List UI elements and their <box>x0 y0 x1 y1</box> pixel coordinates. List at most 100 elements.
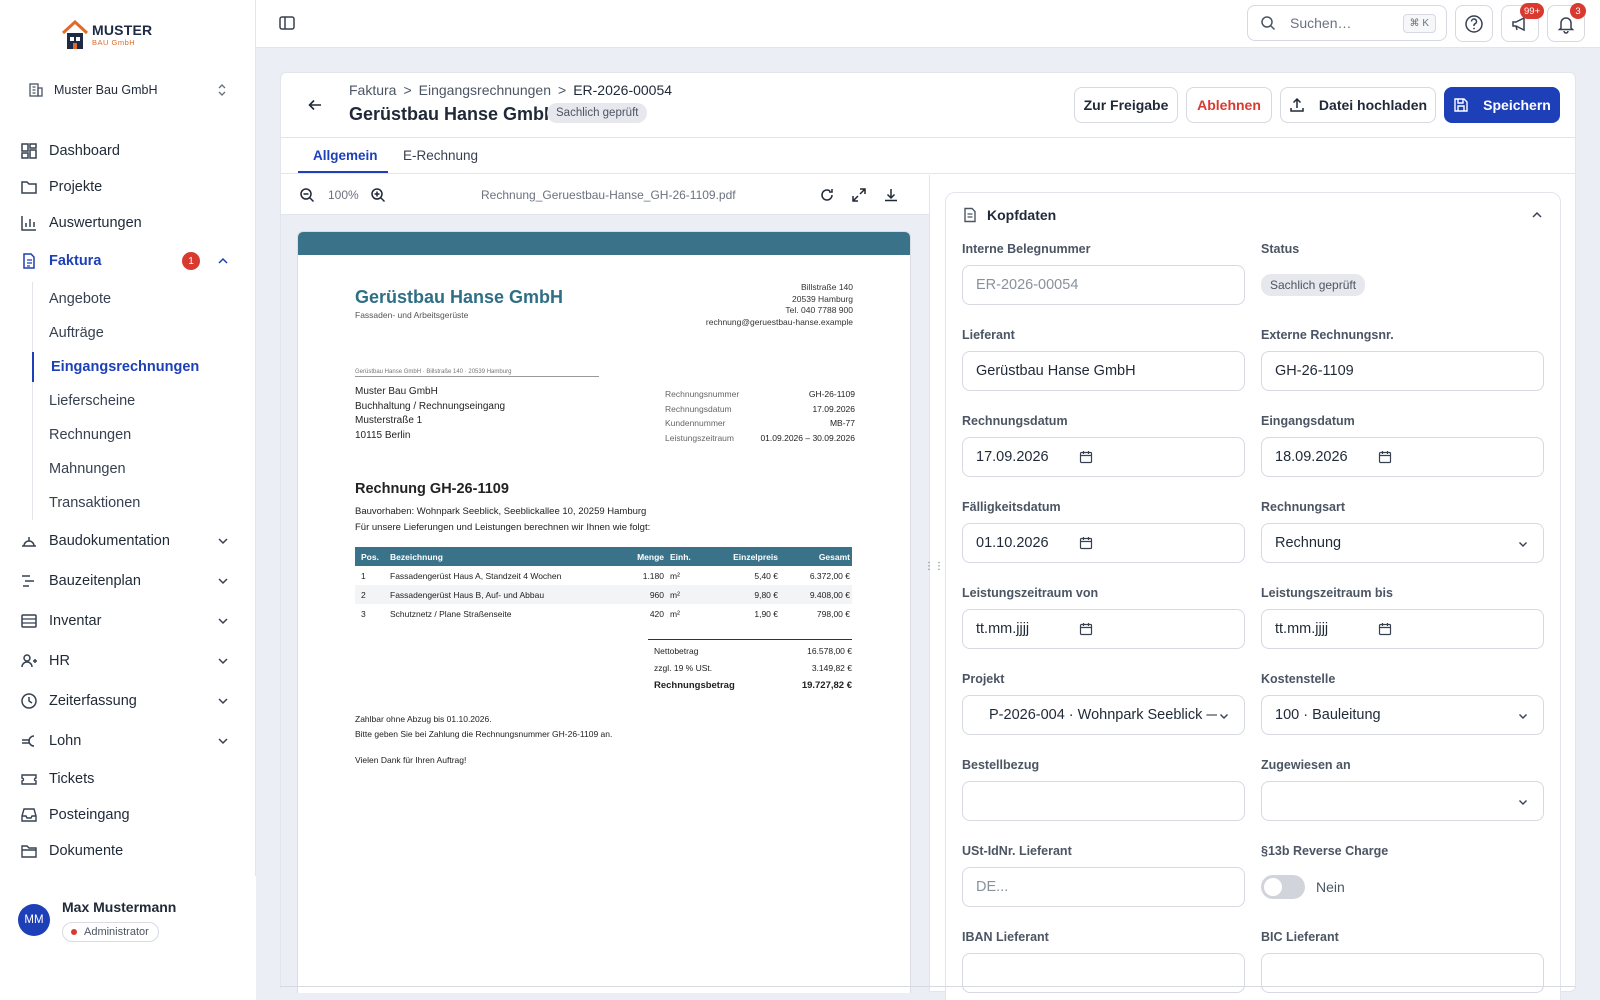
upload-button[interactable]: Datei hochladen <box>1280 87 1436 123</box>
user-role-badge: Administrator <box>62 922 159 942</box>
sidebar-item-bauzeitenplan[interactable]: Bauzeitenplan <box>16 565 240 597</box>
help-icon <box>1465 14 1483 33</box>
upload-label: Datei hochladen <box>1318 97 1428 113</box>
back-arrow-icon[interactable] <box>307 97 323 113</box>
rotate-icon[interactable] <box>819 187 835 203</box>
folder-icon <box>21 181 37 194</box>
label-invoice-date: Rechnungsdatum <box>962 414 1068 428</box>
invoice-date-field[interactable]: 17.09.2026 <box>962 437 1245 477</box>
invoice-intro: Für unsere Lieferungen und Leistungen be… <box>355 522 651 533</box>
sidebar-item-label: Dashboard <box>49 143 120 159</box>
inbox-icon <box>21 808 37 822</box>
supplier-field[interactable]: Gerüstbau Hanse GmbH <box>962 351 1245 391</box>
calendar-icon[interactable] <box>1079 622 1093 636</box>
splitter-grip-icon[interactable]: ⋮⋮ <box>924 561 944 572</box>
help-button[interactable] <box>1455 5 1493 42</box>
reverse-charge-toggle[interactable] <box>1261 875 1305 899</box>
ticket-icon <box>21 774 37 785</box>
zoom-in-icon[interactable] <box>370 187 386 203</box>
company-name: Muster Bau GmbH <box>54 83 158 97</box>
search-placeholder: Suchen… <box>1290 15 1352 31</box>
announcements-button[interactable]: 99+ <box>1501 3 1545 42</box>
iban-field[interactable] <box>962 953 1245 993</box>
search-input[interactable]: Suchen… ⌘ K <box>1247 5 1447 41</box>
sidebar-subitem-eingangsrechnungen[interactable]: Eingangsrechnungen <box>32 352 238 382</box>
label-iban: IBAN Lieferant <box>962 930 1049 944</box>
chevron-down-icon <box>218 578 228 585</box>
zoom-level: 100% <box>328 188 359 202</box>
avatar: MM <box>18 904 50 936</box>
approve-button[interactable]: Zur Freigabe <box>1074 87 1178 123</box>
chart-icon <box>21 216 36 231</box>
invoice-table-header: Pos. Bezeichnung Menge Einh. Einzelpreis… <box>355 547 852 566</box>
panel-header[interactable]: Kopfdaten <box>962 207 1056 223</box>
sidebar-subitem-auftraege[interactable]: Aufträge <box>32 318 238 348</box>
download-icon[interactable] <box>883 187 899 203</box>
dashboard-icon <box>21 143 37 159</box>
calendar-icon[interactable] <box>1079 450 1093 464</box>
sidebar-item-zeiterfassung[interactable]: Zeiterfassung <box>16 685 240 717</box>
period-to-field[interactable]: tt.mm.jjjj <box>1261 609 1544 649</box>
save-button[interactable]: Speichern <box>1444 87 1560 123</box>
sidebar-item-lohn[interactable]: Lohn <box>16 725 240 757</box>
breadcrumb-item[interactable]: Faktura <box>349 82 396 98</box>
calendar-icon[interactable] <box>1378 622 1392 636</box>
chevron-up-icon <box>218 257 228 264</box>
sidebar-item-dashboard[interactable]: Dashboard <box>16 135 240 167</box>
invoice-footer-1: Zahlbar ohne Abzug bis 01.10.2026. <box>355 714 492 724</box>
invoice-table: Pos. Bezeichnung Menge Einh. Einzelpreis… <box>355 547 852 623</box>
sidebar-item-auswertungen[interactable]: Auswertungen <box>16 207 240 239</box>
period-from-field[interactable]: tt.mm.jjjj <box>962 609 1245 649</box>
reverse-charge-value: Nein <box>1316 879 1345 895</box>
notifications-button[interactable]: 3 <box>1547 3 1586 42</box>
sidebar-item-hr[interactable]: HR <box>16 645 240 677</box>
label-project: Projekt <box>962 672 1005 686</box>
sidebar-subitem-lieferscheine[interactable]: Lieferscheine <box>32 386 238 416</box>
cost-center-select[interactable]: 100 · Bauleitung <box>1261 695 1544 735</box>
vat-id-field[interactable]: DE... <box>962 867 1245 907</box>
period-to-value: tt.mm.jjjj <box>1275 621 1329 637</box>
chevron-up-icon[interactable] <box>1530 208 1544 222</box>
invoice-sender-address: Billstraße 140 20539 Hamburg Tel. 040 7788… <box>705 282 853 327</box>
fullscreen-icon[interactable] <box>851 187 867 203</box>
sidebar-item-dokumente[interactable]: Dokumente <box>16 835 240 867</box>
sidebar-item-projekte[interactable]: Projekte <box>16 171 240 203</box>
receipt-date-field[interactable]: 18.09.2026 <box>1261 437 1544 477</box>
due-date-field[interactable]: 01.10.2026 <box>962 523 1245 563</box>
pdf-viewer[interactable]: Gerüstbau Hanse GmbH Fassaden- und Arbei… <box>281 215 929 993</box>
logo[interactable]: MUSTER BAU GmbH <box>62 20 152 50</box>
project-value: P-2026-004 · Wohnpark Seeblick —… <box>989 707 1217 723</box>
sidebar-subitem-transaktionen[interactable]: Transaktionen <box>32 488 238 518</box>
tab-allgemein[interactable]: Allgemein <box>313 148 378 163</box>
calendar-icon[interactable] <box>1378 450 1392 464</box>
calendar-icon[interactable] <box>1079 536 1093 550</box>
sidebar-item-faktura[interactable]: Faktura 1 <box>16 245 240 277</box>
label-assigned: Zugewiesen an <box>1261 758 1351 772</box>
reject-button[interactable]: Ablehnen <box>1186 87 1272 123</box>
sidebar-item-posteingang[interactable]: Posteingang <box>16 799 240 831</box>
breadcrumb-item[interactable]: Eingangsrechnungen <box>419 82 551 98</box>
user-panel[interactable]: MM Max Mustermann Administrator <box>0 876 256 1000</box>
tab-e-rechnung[interactable]: E-Rechnung <box>403 148 478 163</box>
zoom-out-icon[interactable] <box>299 187 315 203</box>
save-icon <box>1454 98 1468 112</box>
assigned-select[interactable] <box>1261 781 1544 821</box>
bic-field[interactable] <box>1261 953 1544 993</box>
sidebar-item-inventar[interactable]: Inventar <box>16 605 240 637</box>
invoice-type-select[interactable]: Rechnung <box>1261 523 1544 563</box>
external-no-field[interactable]: GH-26-1109 <box>1261 351 1544 391</box>
order-ref-field[interactable] <box>962 781 1245 821</box>
sidebar-item-baudokumentation[interactable]: Baudokumentation <box>16 525 240 557</box>
sidebar-subitem-mahnungen[interactable]: Mahnungen <box>32 454 238 484</box>
footer-divider <box>280 986 1576 987</box>
label-period-to: Leistungszeitraum bis <box>1261 586 1393 600</box>
sidebar-item-label: Faktura <box>49 253 102 269</box>
company-selector[interactable]: Muster Bau GmbH <box>16 76 238 104</box>
pane-splitter[interactable] <box>929 175 930 993</box>
sidebar-item-tickets[interactable]: Tickets <box>16 763 240 795</box>
sidebar-subitem-rechnungen[interactable]: Rechnungen <box>32 420 238 450</box>
user-name: Max Mustermann <box>62 899 177 915</box>
sidebar-toggle-icon[interactable] <box>278 14 296 32</box>
sidebar-subitem-angebote[interactable]: Angebote <box>32 284 238 314</box>
project-select[interactable]: P-2026-004 · Wohnpark Seeblick —… <box>962 695 1245 735</box>
